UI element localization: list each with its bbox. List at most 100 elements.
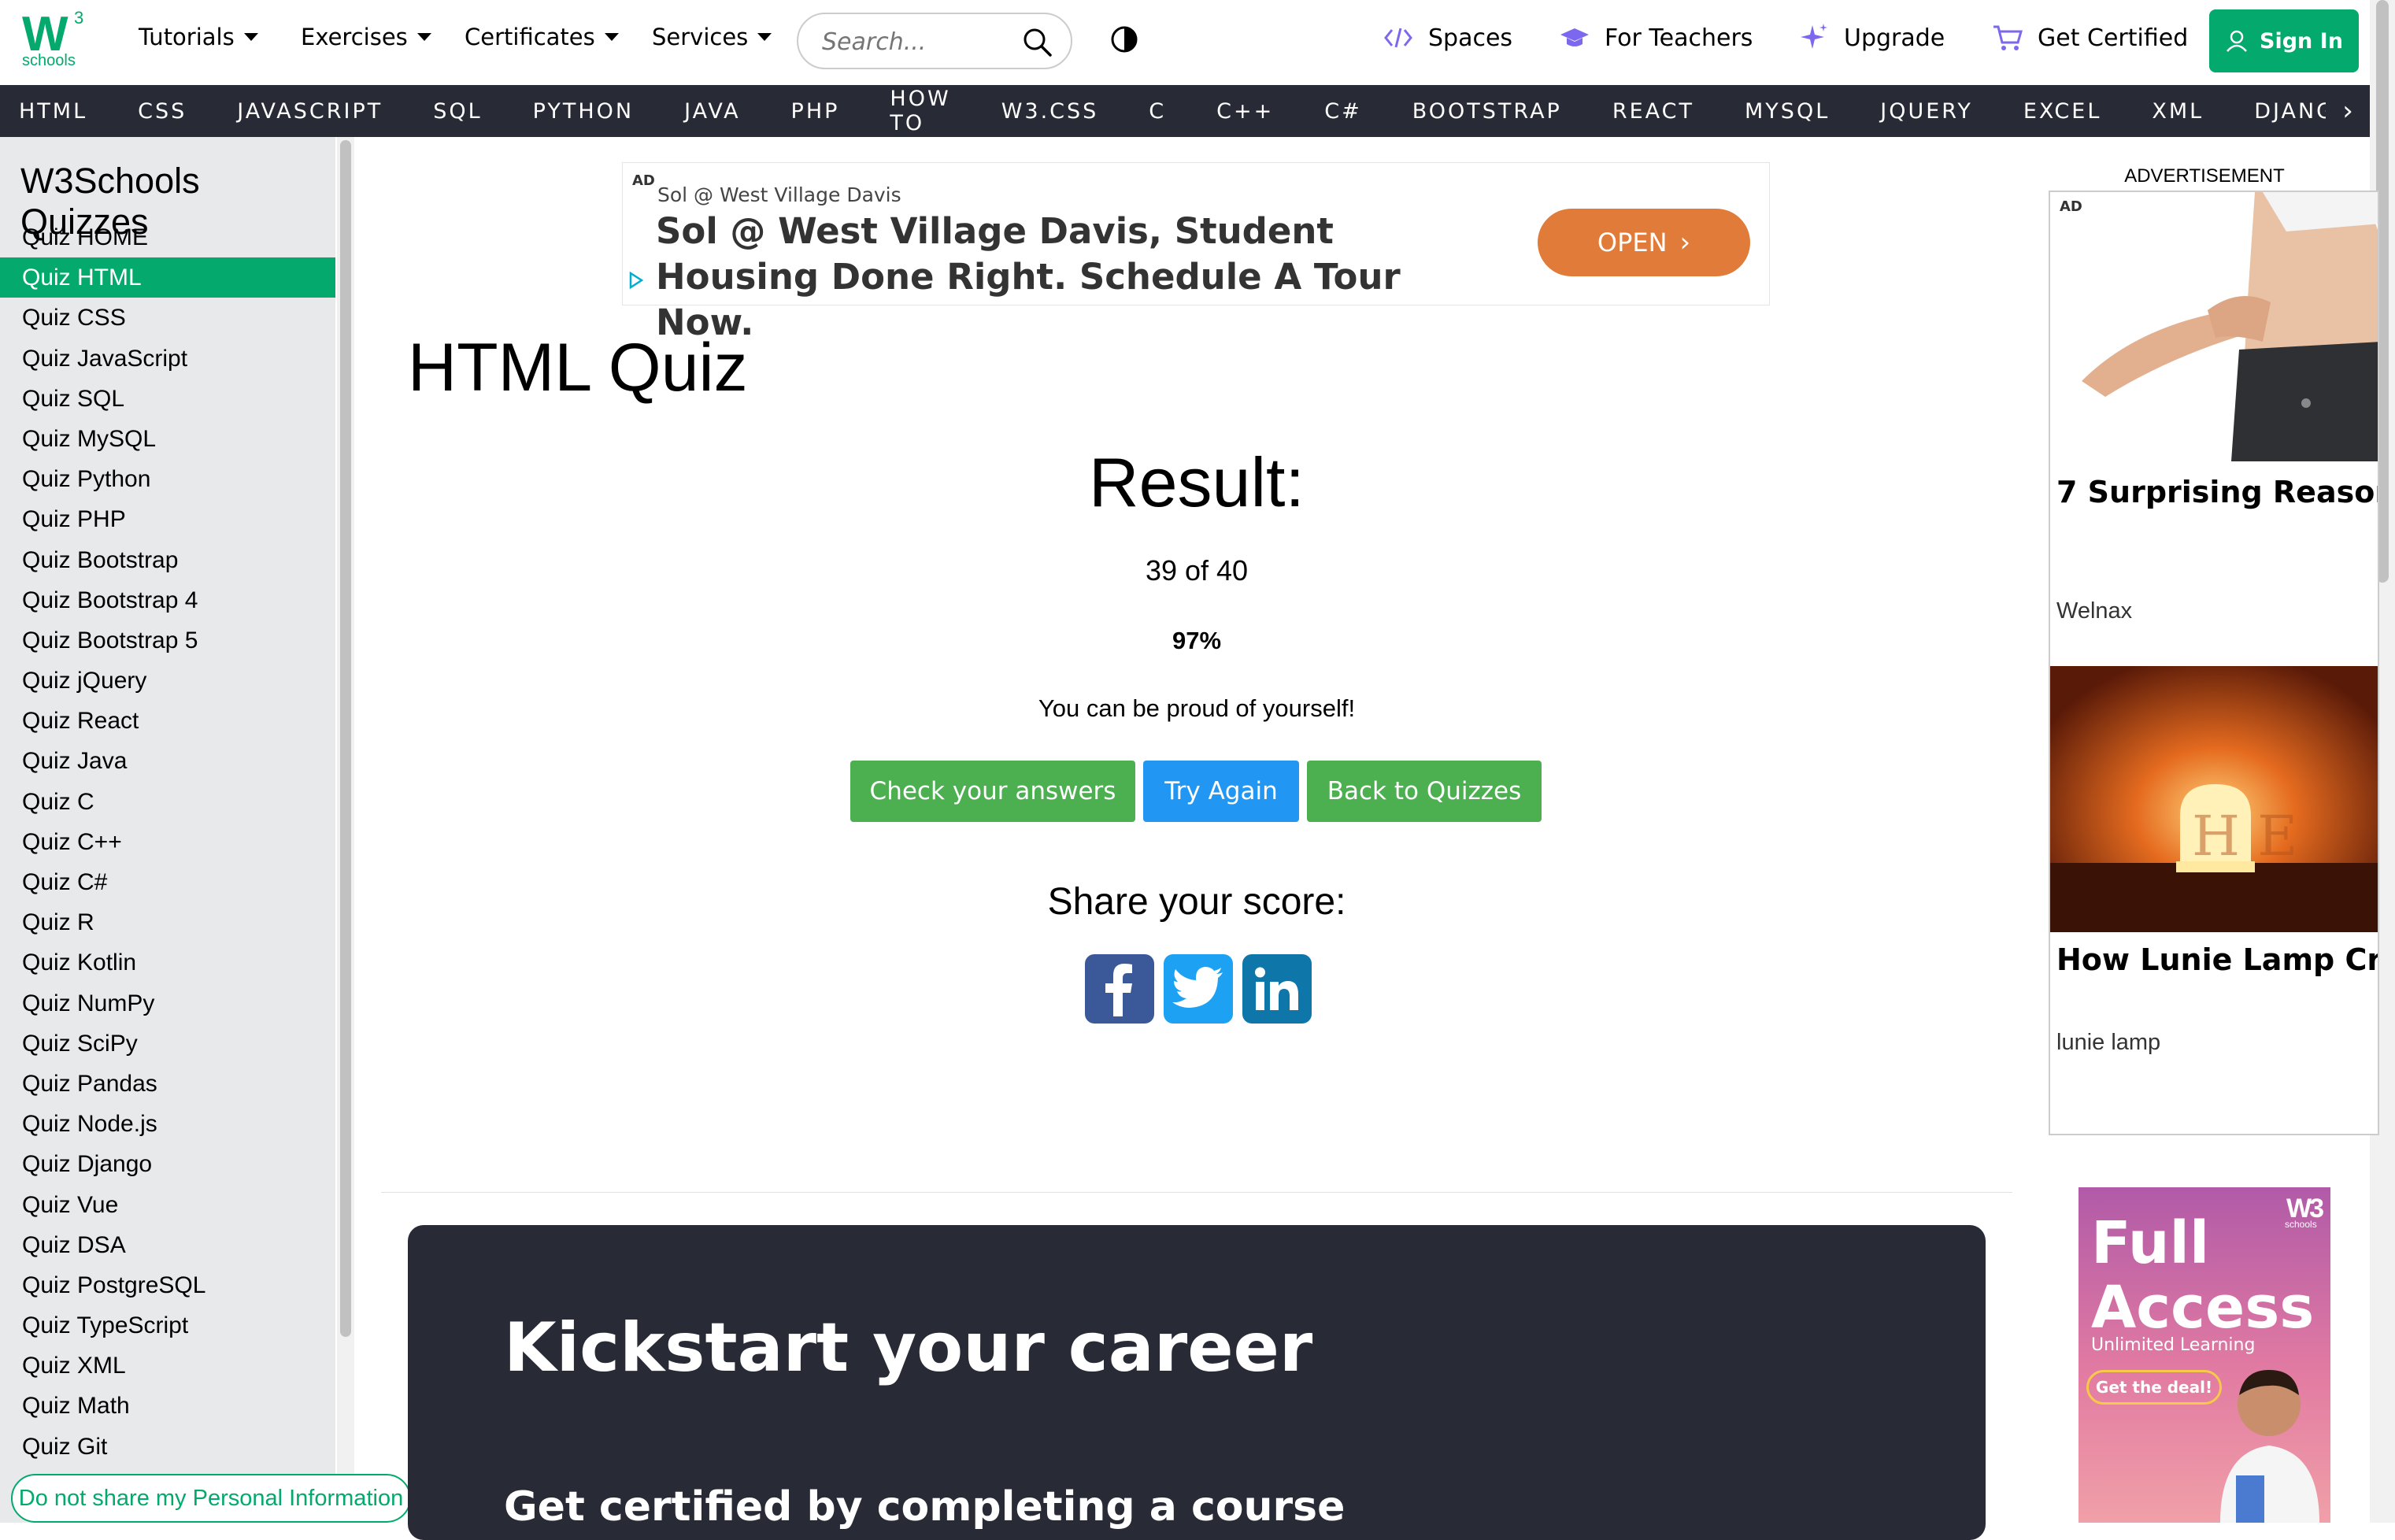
nav-item-javascript[interactable]: JAVASCRIPT: [212, 85, 408, 137]
chevron-right-icon: ›: [1679, 227, 1691, 258]
ad-headline[interactable]: Sol @ West Village Davis, Student Housin…: [656, 209, 1506, 346]
sidebar-item-quiz-c[interactable]: Quiz C: [0, 782, 335, 822]
privacy-button[interactable]: Do not share my Personal Information: [11, 1474, 411, 1523]
certificates-menu[interactable]: Certificates: [465, 24, 619, 50]
sidebar-item-quiz-css[interactable]: Quiz CSS: [0, 298, 335, 338]
career-title: Kickstart your career: [504, 1309, 1313, 1387]
sparkle-icon: [1801, 24, 1827, 49]
graduation-cap-icon: [1560, 28, 1589, 46]
nav-item-mysql[interactable]: MYSQL: [1719, 85, 1855, 137]
nav-item-c[interactable]: C: [1123, 85, 1191, 137]
get-the-deal-button[interactable]: Get the deal!: [2086, 1370, 2222, 1405]
nav-item-xml[interactable]: XML: [2127, 85, 2229, 137]
page-title: HTML Quiz: [408, 330, 748, 405]
tutorials-menu[interactable]: Tutorials: [139, 24, 258, 50]
sidebar-item-quiz-pandas[interactable]: Quiz Pandas: [0, 1064, 335, 1104]
sidebar-item-quiz-jquery[interactable]: Quiz jQuery: [0, 661, 335, 701]
adchoices-icon[interactable]: [627, 272, 645, 289]
quiz-sidebar: W3Schools Quizzes Quiz HOME Quiz HTML Quiz…: [0, 137, 335, 1523]
w3schools-logo[interactable]: W 3 schools: [17, 6, 96, 71]
sidebar-item-quiz-javascript[interactable]: Quiz JavaScript: [0, 339, 335, 379]
sidebar-item-quiz-html[interactable]: Quiz HTML: [0, 257, 335, 298]
nav-item-jquery[interactable]: JQUERY: [1855, 85, 1998, 137]
nav-item-html[interactable]: HTML: [0, 85, 113, 137]
ad-open-button[interactable]: OPEN ›: [1538, 209, 1750, 276]
sidebar-item-quiz-typescript[interactable]: Quiz TypeScript: [0, 1305, 335, 1346]
back-to-quizzes-button[interactable]: Back to Quizzes: [1307, 761, 1542, 822]
nav-item-css[interactable]: CSS: [113, 85, 212, 137]
search-box[interactable]: [797, 13, 1072, 69]
sidebar-item-quiz-node-js[interactable]: Quiz Node.js: [0, 1104, 335, 1144]
sidebar-item-quiz-git[interactable]: Quiz Git: [0, 1427, 335, 1467]
caret-down-icon: [243, 33, 258, 41]
sidebar-item-quiz-r[interactable]: Quiz R: [0, 902, 335, 942]
nav-item-w3-css[interactable]: W3.CSS: [976, 85, 1124, 137]
ad-tag: AD: [632, 172, 655, 189]
sign-in-button[interactable]: Sign In: [2209, 9, 2359, 72]
sidebar-item-quiz-django[interactable]: Quiz Django: [0, 1144, 335, 1184]
code-icon: [1384, 28, 1412, 48]
ad2-title[interactable]: How Lunie Lamp Creates Cozy Nights: [2056, 942, 2378, 978]
sidebar-item-quiz-bootstrap-5[interactable]: Quiz Bootstrap 5: [0, 620, 335, 661]
spaces-link[interactable]: Spaces: [1383, 22, 1512, 54]
sidebar-item-quiz-sql[interactable]: Quiz SQL: [0, 379, 335, 419]
nav-scroll-right-icon[interactable]: ›: [2326, 85, 2370, 137]
nav-item-excel[interactable]: EXCEL: [1998, 85, 2127, 137]
ad-image-waist[interactable]: [2050, 192, 2379, 461]
sidebar-item-quiz-math[interactable]: Quiz Math: [0, 1386, 335, 1426]
right-advertisement: ADVERTISEMENT AD 7 Surprising Reasons Fo…: [2049, 162, 2379, 1135]
language-nav-bar: HTML CSS JAVASCRIPT SQL PYTHON JAVA PHP HOW TO W…: [0, 85, 2370, 137]
result-actions: Check your answers Try Again Back to Qui…: [850, 761, 1542, 822]
sidebar-item-quiz-c-[interactable]: Quiz C++: [0, 822, 335, 862]
ad-box[interactable]: AD 7 Surprising Reasons For This Natural…: [2049, 191, 2379, 1135]
sidebar-item-quiz-java[interactable]: Quiz Java: [0, 741, 335, 781]
nav-item-how-to[interactable]: HOW TO: [864, 85, 975, 137]
exercises-menu[interactable]: Exercises: [301, 24, 431, 50]
sidebar-item-quiz-vue[interactable]: Quiz Vue: [0, 1185, 335, 1225]
twitter-icon[interactable]: [1164, 954, 1233, 1024]
sidebar-item-quiz-php[interactable]: Quiz PHP: [0, 499, 335, 539]
top-advertisement[interactable]: AD Sol @ West Village Davis Sol @ West V…: [622, 162, 1770, 343]
nav-item-java[interactable]: JAVA: [659, 85, 765, 137]
sidebar-item-quiz-dsa[interactable]: Quiz DSA: [0, 1225, 335, 1265]
career-subtitle: Get certified by completing a course: [504, 1483, 1346, 1531]
upgrade-link[interactable]: Upgrade: [1798, 22, 1945, 54]
caret-down-icon: [604, 33, 619, 41]
sidebar-item-quiz-home[interactable]: Quiz HOME: [0, 217, 335, 257]
for-teachers-link[interactable]: For Teachers: [1559, 22, 1753, 54]
nav-item-c-[interactable]: C++: [1191, 85, 1299, 137]
sidebar-item-quiz-mysql[interactable]: Quiz MySQL: [0, 419, 335, 459]
nav-item-bootstrap[interactable]: BOOTSTRAP: [1387, 85, 1587, 137]
sidebar-item-quiz-bootstrap[interactable]: Quiz Bootstrap: [0, 540, 335, 580]
sidebar-item-quiz-react[interactable]: Quiz React: [0, 701, 335, 741]
nav-item-c-[interactable]: C#: [1299, 85, 1386, 137]
sidebar-item-quiz-numpy[interactable]: Quiz NumPy: [0, 983, 335, 1024]
services-menu[interactable]: Services: [652, 24, 772, 50]
sidebar-item-quiz-scipy[interactable]: Quiz SciPy: [0, 1024, 335, 1064]
try-again-button[interactable]: Try Again: [1143, 761, 1299, 822]
section-divider: [381, 1192, 2012, 1193]
nav-item-sql[interactable]: SQL: [408, 85, 507, 137]
nav-item-python[interactable]: PYTHON: [508, 85, 659, 137]
search-icon[interactable]: [1022, 27, 1053, 58]
get-certified-link[interactable]: Get Certified: [1992, 22, 2188, 54]
sidebar-item-quiz-kotlin[interactable]: Quiz Kotlin: [0, 942, 335, 983]
sidebar-scrollbar[interactable]: [337, 137, 354, 1523]
nav-item-react[interactable]: REACT: [1587, 85, 1719, 137]
full-access-ad[interactable]: W3 schools Full Access Unlimited Learnin…: [2079, 1187, 2330, 1523]
sidebar-item-quiz-postgresql[interactable]: Quiz PostgreSQL: [0, 1265, 335, 1305]
linkedin-icon[interactable]: [1242, 954, 1312, 1024]
nav-item-php[interactable]: PHP: [766, 85, 865, 137]
sidebar-item-quiz-python[interactable]: Quiz Python: [0, 459, 335, 499]
ad-image-lamp[interactable]: H E: [2050, 666, 2379, 932]
ad1-title[interactable]: 7 Surprising Reasons For This Natural Fa…: [2056, 474, 2378, 510]
sidebar-scrollbar-thumb[interactable]: [340, 140, 351, 1337]
sidebar-item-quiz-bootstrap-4[interactable]: Quiz Bootstrap 4: [0, 580, 335, 620]
ad1-source: Welnax: [2056, 598, 2133, 624]
search-input[interactable]: [822, 25, 1011, 58]
check-answers-button[interactable]: Check your answers: [850, 761, 1135, 822]
sidebar-item-quiz-xml[interactable]: Quiz XML: [0, 1346, 335, 1386]
contrast-toggle-icon[interactable]: [1110, 25, 1138, 54]
facebook-icon[interactable]: [1085, 954, 1154, 1024]
sidebar-item-quiz-c-[interactable]: Quiz C#: [0, 862, 335, 902]
